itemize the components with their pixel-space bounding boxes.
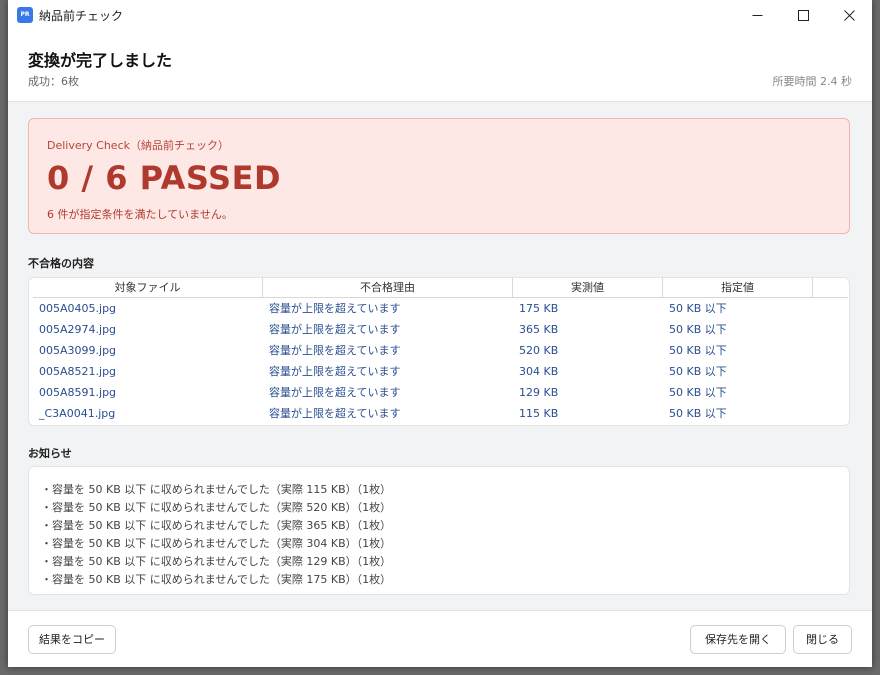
cell-actual: 129 KB (519, 386, 559, 399)
table-header: 対象ファイル 不合格理由 実測値 指定値 (33, 278, 848, 298)
close-window-button[interactable] (826, 0, 872, 31)
cell-file: 005A2974.jpg (39, 323, 117, 336)
title-bar: PR 納品前チェック (8, 0, 872, 31)
notice-item: ・容量を 50 KB 以下 に収められませんでした（実際 115 KB）（1枚） (41, 483, 392, 496)
failures-table: 対象ファイル 不合格理由 実測値 指定値 005A0405.jpg 容量が上限を… (28, 277, 850, 426)
column-header-reason[interactable]: 不合格理由 (263, 278, 513, 297)
window-title: 納品前チェック (39, 9, 124, 23)
cell-spec: 50 KB 以下 (669, 344, 727, 357)
cell-reason: 容量が上限を超えています (269, 365, 401, 378)
cell-actual: 520 KB (519, 344, 559, 357)
elapsed-time: 所要時間 2.4 秒 (772, 75, 853, 88)
success-count: 成功：6枚 (28, 75, 79, 88)
minimize-icon (752, 15, 763, 16)
notices-section-title: お知らせ (28, 447, 72, 460)
cell-spec: 50 KB 以下 (669, 302, 727, 315)
notices-panel: ・容量を 50 KB 以下 に収められませんでした（実際 115 KB）（1枚）… (28, 466, 850, 595)
maximize-button[interactable] (780, 0, 826, 31)
cell-spec: 50 KB 以下 (669, 407, 727, 420)
notice-item: ・容量を 50 KB 以下 に収められませんでした（実際 175 KB）（1枚） (41, 573, 392, 586)
cell-spec: 50 KB 以下 (669, 323, 727, 336)
cell-spec: 50 KB 以下 (669, 386, 727, 399)
footer-bar: 結果をコピー 保存先を開く 閉じる (8, 610, 872, 667)
column-header-file[interactable]: 対象ファイル (33, 278, 263, 297)
cell-file: _C3A0041.jpg (39, 407, 116, 420)
column-header-spec[interactable]: 指定値 (663, 278, 813, 297)
table-row[interactable]: 005A3099.jpg 容量が上限を超えています 520 KB 50 KB 以… (33, 340, 848, 361)
table-row[interactable]: _C3A0041.jpg 容量が上限を超えています 115 KB 50 KB 以… (33, 403, 848, 424)
close-button[interactable]: 閉じる (793, 625, 852, 654)
cell-spec: 50 KB 以下 (669, 365, 727, 378)
cell-reason: 容量が上限を超えています (269, 407, 401, 420)
dialog-window: PR 納品前チェック 変換が完了しました 成功：6枚 所要時間 2.4 秒 De… (8, 0, 872, 667)
cell-reason: 容量が上限を超えています (269, 302, 401, 315)
cell-actual: 175 KB (519, 302, 559, 315)
open-folder-button[interactable]: 保存先を開く (690, 625, 786, 654)
page-title: 変換が完了しました (28, 51, 173, 70)
column-header-actual[interactable]: 実測値 (513, 278, 663, 297)
alert-label: Delivery Check（納品前チェック） (47, 139, 229, 152)
notice-item: ・容量を 50 KB 以下 に収められませんでした（実際 304 KB）（1枚） (41, 537, 392, 550)
notice-item: ・容量を 50 KB 以下 に収められませんでした（実際 129 KB）（1枚） (41, 555, 392, 568)
table-row[interactable]: 005A8521.jpg 容量が上限を超えています 304 KB 50 KB 以… (33, 361, 848, 382)
minimize-button[interactable] (734, 0, 780, 31)
cell-file: 005A0405.jpg (39, 302, 117, 315)
maximize-icon (798, 10, 809, 21)
cell-file: 005A8521.jpg (39, 365, 117, 378)
failures-section-title: 不合格の内容 (28, 257, 94, 270)
cell-file: 005A8591.jpg (39, 386, 117, 399)
delivery-check-alert: Delivery Check（納品前チェック） 0 / 6 PASSED 6 件… (28, 118, 850, 234)
notice-item: ・容量を 50 KB 以下 に収められませんでした（実際 520 KB）（1枚） (41, 501, 392, 514)
pass-result: 0 / 6 PASSED (47, 159, 281, 197)
result-header: 変換が完了しました 成功：6枚 所要時間 2.4 秒 (8, 31, 872, 102)
alert-description: 6 件が指定条件を満たしていません。 (47, 208, 233, 221)
table-row[interactable]: 005A2974.jpg 容量が上限を超えています 365 KB 50 KB 以… (33, 319, 848, 340)
cell-actual: 304 KB (519, 365, 559, 378)
content-area: Delivery Check（納品前チェック） 0 / 6 PASSED 6 件… (8, 102, 872, 610)
cell-actual: 365 KB (519, 323, 559, 336)
close-icon (844, 10, 855, 21)
table-row[interactable]: 005A0405.jpg 容量が上限を超えています 175 KB 50 KB 以… (33, 298, 848, 319)
notice-item: ・容量を 50 KB 以下 に収められませんでした（実際 365 KB）（1枚） (41, 519, 392, 532)
cell-file: 005A3099.jpg (39, 344, 117, 357)
copy-results-button[interactable]: 結果をコピー (28, 625, 116, 654)
cell-reason: 容量が上限を超えています (269, 386, 401, 399)
table-row[interactable]: 005A8591.jpg 容量が上限を超えています 129 KB 50 KB 以… (33, 382, 848, 403)
cell-reason: 容量が上限を超えています (269, 323, 401, 336)
cell-reason: 容量が上限を超えています (269, 344, 401, 357)
cell-actual: 115 KB (519, 407, 559, 420)
app-icon: PR (17, 7, 33, 23)
